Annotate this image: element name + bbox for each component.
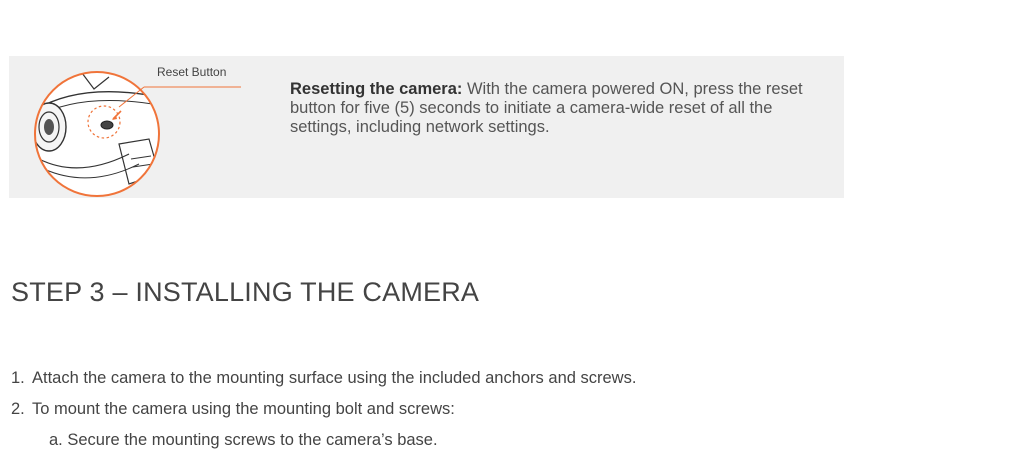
substep-list-container: a. Secure the mounting screws to the cam… <box>11 431 636 462</box>
reset-button-illustration <box>34 71 241 197</box>
substep-list: a. Secure the mounting screws to the cam… <box>11 431 636 462</box>
reset-button-label: Reset Button <box>157 65 227 79</box>
substep-item: a. Secure the mounting screws to the cam… <box>49 431 438 449</box>
step-item: 1. Attach the camera to the mounting surf… <box>11 369 636 400</box>
step-number: 1. <box>11 369 25 387</box>
reset-callout-panel: Reset Button Resetting the camera: With … <box>9 56 844 198</box>
reset-instructions: Resetting the camera: With the camera po… <box>290 80 810 137</box>
installation-steps: 1. Attach the camera to the mounting surf… <box>11 369 636 462</box>
step-number: 2. <box>11 400 25 418</box>
camera-closeup <box>35 72 159 196</box>
reset-heading: Resetting the camera: <box>290 80 463 98</box>
step-text: Attach the camera to the mounting surfac… <box>32 369 637 387</box>
section-title: STEP 3 – INSTALLING THE CAMERA <box>11 277 480 307</box>
step-item: 2. To mount the camera using the mounting… <box>11 400 636 431</box>
step-text: To mount the camera using the mounting b… <box>32 400 455 418</box>
